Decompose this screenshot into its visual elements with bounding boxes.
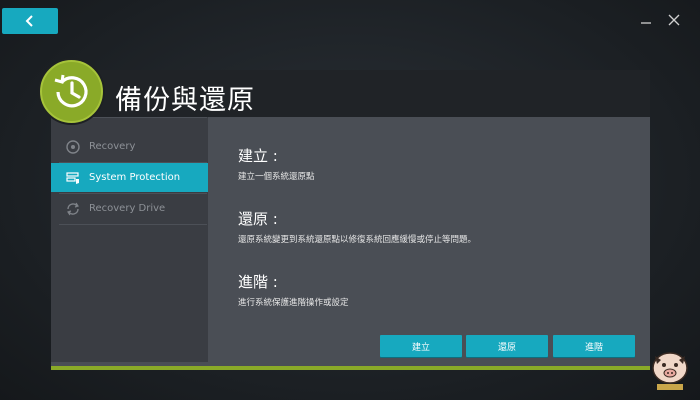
restore-button[interactable]: 還原 bbox=[466, 335, 548, 357]
mascot-pig-icon bbox=[652, 352, 688, 390]
sidebar-item-recovery[interactable]: Recovery bbox=[51, 132, 208, 161]
sidebar-item-label: System Protection bbox=[89, 172, 181, 183]
recovery-icon bbox=[65, 139, 81, 155]
sidebar-item-label: Recovery bbox=[89, 141, 136, 152]
sidebar-item-recovery-drive[interactable]: Recovery Drive bbox=[51, 194, 208, 223]
sidebar-divider bbox=[59, 224, 207, 225]
section-title: 還原 : bbox=[238, 210, 278, 228]
section-restore: 還原 : 還原系統變更到系統還原點以修復系統回應緩慢或停止等問題。 bbox=[238, 208, 476, 245]
system-protection-icon bbox=[65, 170, 81, 186]
recovery-drive-icon bbox=[65, 201, 81, 217]
create-button[interactable]: 建立 bbox=[380, 335, 462, 357]
sidebar-item-system-protection[interactable]: System Protection bbox=[51, 163, 208, 192]
section-advanced: 進階 : 進行系統保護進階操作或設定 bbox=[238, 271, 349, 308]
section-description: 建立一個系統還原點 bbox=[238, 172, 315, 182]
section-title: 建立 : bbox=[238, 147, 278, 165]
watermark-mascot bbox=[647, 346, 693, 392]
minimize-button[interactable] bbox=[636, 10, 656, 30]
back-button[interactable] bbox=[2, 8, 58, 34]
close-button[interactable] bbox=[664, 10, 684, 30]
close-icon bbox=[668, 14, 680, 26]
section-title: 進階 : bbox=[238, 273, 278, 291]
section-create: 建立 : 建立一個系統還原點 bbox=[238, 145, 315, 182]
section-description: 還原系統變更到系統還原點以修復系統回應緩慢或停止等問題。 bbox=[238, 235, 477, 245]
history-clock-icon bbox=[54, 74, 88, 107]
sidebar-item-label: Recovery Drive bbox=[89, 203, 166, 214]
minimize-icon bbox=[641, 22, 651, 24]
advanced-button[interactable]: 進階 bbox=[553, 335, 635, 357]
chevron-left-icon bbox=[25, 15, 33, 27]
main-panel: 備份與還原 Recovery System Protection Recover… bbox=[51, 70, 650, 367]
page-title: 備份與還原 bbox=[115, 85, 255, 116]
sidebar: Recovery System Protection Recovery Driv… bbox=[51, 117, 208, 362]
accent-bar bbox=[51, 366, 650, 370]
app-logo bbox=[40, 60, 103, 123]
panel-header: 備份與還原 bbox=[51, 70, 650, 117]
section-description: 進行系統保護進階操作或設定 bbox=[238, 298, 349, 308]
